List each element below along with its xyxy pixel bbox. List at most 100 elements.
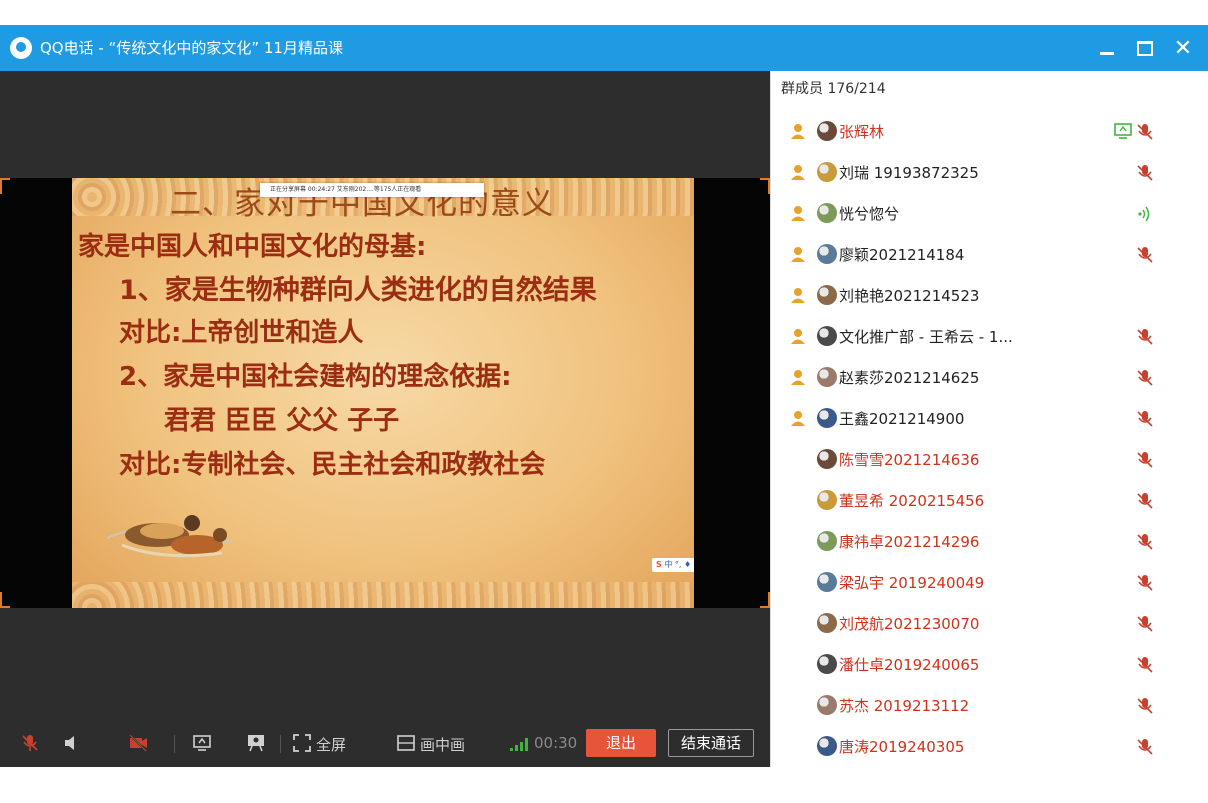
member-row[interactable]: 苏杰 2019213112 (771, 685, 1208, 726)
member-role-icon (791, 370, 805, 385)
avatar (817, 285, 837, 305)
end-call-button[interactable]: 结束通话 (668, 729, 754, 757)
member-row[interactable]: 康祎卓2021214296 (771, 521, 1208, 562)
call-timer: 00:30 (534, 734, 578, 752)
member-row[interactable]: 恍兮惚兮 (771, 193, 1208, 234)
ime-toolbar-text: 中 °, ♦ ▦ ▦ (664, 560, 694, 569)
camera-off-icon[interactable] (128, 733, 148, 753)
slide-text-line: 2、家是中国社会建构的理念依据: (119, 362, 512, 392)
share-screen-icon[interactable] (192, 733, 212, 753)
mic-muted-icon (1137, 739, 1153, 755)
avatar (817, 326, 837, 346)
member-row[interactable]: 潘仕卓2019240065 (771, 644, 1208, 685)
member-row[interactable]: 王鑫2021214900 (771, 398, 1208, 439)
qq-call-window: QQ电话 - “传统文化中的家文化” 11月精品课 ✕ 二、家对于中国文化的意义… (0, 25, 1208, 767)
speaker-icon[interactable] (62, 733, 82, 753)
toolbar-divider (174, 735, 175, 753)
frame-corner (0, 178, 10, 194)
mandarin-ducks-illustration (106, 515, 233, 558)
member-name: 王鑫2021214900 (839, 410, 965, 428)
pip-button[interactable]: 画中画 (420, 734, 465, 755)
member-role-icon (791, 411, 805, 426)
mic-muted-icon (1137, 616, 1153, 632)
member-name: 陈雪雪2021214636 (839, 451, 980, 469)
mic-muted-icon[interactable] (20, 733, 40, 753)
member-role-icon (791, 165, 805, 180)
mic-muted-icon (1137, 370, 1153, 386)
member-name: 刘茂航2021230070 (839, 615, 980, 633)
member-role-icon (791, 206, 805, 221)
mic-muted-icon (1137, 124, 1153, 140)
member-name: 张辉林 (839, 123, 885, 141)
member-row[interactable]: 赵素莎2021214625 (771, 357, 1208, 398)
shared-screen-view[interactable]: 二、家对于中国文化的意义 正在分享屏幕 00:24:27 艾东刚202....等… (0, 71, 770, 721)
member-role-icon (791, 247, 805, 262)
member-name: 康祎卓2021214296 (839, 533, 980, 551)
minimize-button[interactable] (1090, 31, 1124, 65)
member-name: 文化推广部 - 王希云 - 1... (839, 328, 1013, 346)
avatar (817, 162, 837, 182)
member-row[interactable]: 刘艳艳2021214523 (771, 275, 1208, 316)
slide-text-line: 君君 臣臣 父父 子子 (164, 406, 400, 436)
slide-decor-band (72, 582, 694, 608)
member-name: 刘艳艳2021214523 (839, 287, 980, 305)
toolbar-divider (280, 735, 281, 753)
close-icon: ✕ (1173, 35, 1193, 61)
member-row[interactable]: 梁弘宇 2019240049 (771, 562, 1208, 603)
avatar (817, 531, 837, 551)
mic-muted-icon (1137, 698, 1153, 714)
mic-muted-icon (1137, 329, 1153, 345)
mic-muted-icon (1137, 657, 1153, 673)
member-name: 董昱希 2020215456 (839, 492, 985, 510)
exit-button[interactable]: 退出 (586, 729, 656, 757)
avatar (817, 408, 837, 428)
fullscreen-icon[interactable] (292, 733, 312, 753)
mic-muted-icon (1137, 165, 1153, 181)
member-panel: 群成员 176/214 张辉林 刘瑞 19193872325 恍兮惚兮 廖颖20212… (770, 71, 1208, 767)
call-toolbar: 全屏 画中画 00:30 退出 结束通话 (0, 721, 770, 767)
screen-share-status-icon (1114, 123, 1132, 139)
member-row[interactable]: 廖颖2021214184 (771, 234, 1208, 275)
member-row[interactable]: 刘茂航2021230070 (771, 603, 1208, 644)
slide-text-line: 对比:上帝创世和造人 (119, 318, 364, 348)
member-name: 刘瑞 19193872325 (839, 164, 979, 182)
mic-muted-icon (1137, 452, 1153, 468)
maximize-button[interactable] (1128, 31, 1162, 65)
frame-corner (760, 178, 770, 194)
member-name: 赵素莎2021214625 (839, 369, 980, 387)
mic-muted-icon (1137, 493, 1153, 509)
member-row[interactable]: 陈雪雪2021214636 (771, 439, 1208, 480)
picture-in-picture-icon[interactable] (396, 733, 416, 753)
ime-toolbar: S 中 °, ♦ ▦ ▦ (652, 558, 694, 572)
member-name: 梁弘宇 2019240049 (839, 574, 985, 592)
title-bar[interactable]: QQ电话 - “传统文化中的家文化” 11月精品课 ✕ (0, 25, 1208, 71)
mic-muted-icon (1137, 411, 1153, 427)
speaking-icon (1138, 206, 1150, 222)
member-name: 廖颖2021214184 (839, 246, 965, 264)
shared-screen-frame: 二、家对于中国文化的意义 正在分享屏幕 00:24:27 艾东刚202....等… (0, 178, 770, 608)
avatar (817, 572, 837, 592)
member-row[interactable]: 董昱希 2020215456 (771, 480, 1208, 521)
close-button[interactable]: ✕ (1166, 31, 1200, 65)
avatar (817, 695, 837, 715)
avatar (817, 490, 837, 510)
member-row[interactable]: 唐涛2019240305 (771, 726, 1208, 767)
member-list-scrollbar[interactable] (1199, 71, 1207, 767)
member-name: 恍兮惚兮 (839, 205, 900, 223)
fullscreen-button[interactable]: 全屏 (316, 734, 346, 755)
mic-muted-icon (1137, 575, 1153, 591)
presentation-icon[interactable] (246, 733, 266, 753)
member-name: 潘仕卓2019240065 (839, 656, 980, 674)
member-role-icon (791, 124, 805, 139)
avatar (817, 654, 837, 674)
slide-text-line: 1、家是生物种群向人类进化的自然结果 (119, 275, 597, 306)
member-row[interactable]: 文化推广部 - 王希云 - 1... (771, 316, 1208, 357)
frame-corner (0, 592, 10, 608)
signal-icon (510, 738, 528, 751)
member-row[interactable]: 刘瑞 19193872325 (771, 152, 1208, 193)
member-list: 张辉林刘瑞 19193872325 恍兮惚兮廖颖2021214184 刘艳艳2021… (771, 111, 1208, 767)
member-role-icon (791, 288, 805, 303)
mic-muted-icon (1137, 247, 1153, 263)
sogou-logo-icon: S (656, 560, 662, 569)
member-row[interactable]: 张辉林 (771, 111, 1208, 152)
